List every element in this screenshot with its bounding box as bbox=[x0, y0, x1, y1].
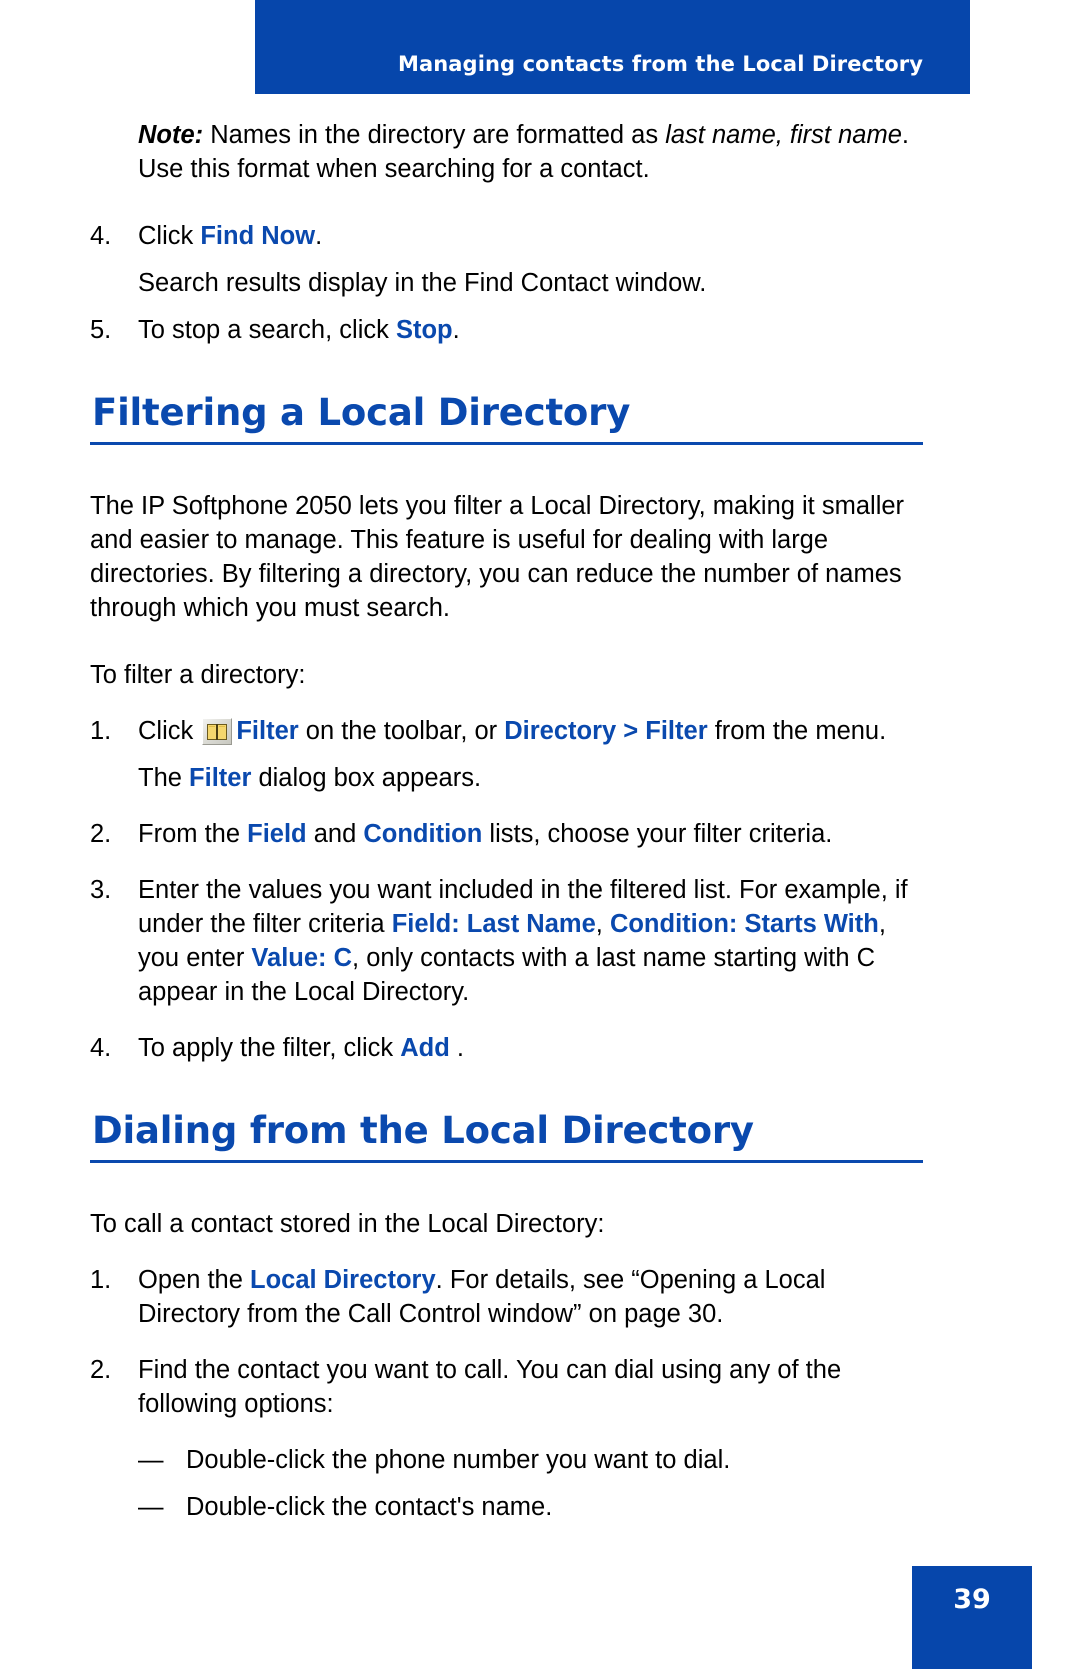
list-item-filter-step-4: 4. To apply the filter, click Add . bbox=[90, 1031, 925, 1065]
ui-label-field[interactable]: Field bbox=[247, 820, 307, 848]
sub-bullet-list: — Double-click the phone number you want… bbox=[90, 1443, 925, 1524]
em-dash-bullet-icon: — bbox=[138, 1446, 164, 1474]
section-heading-filtering: Filtering a Local Directory bbox=[92, 391, 631, 434]
note-paragraph: Note: Names in the directory are formatt… bbox=[138, 118, 925, 186]
book-icon[interactable] bbox=[202, 718, 233, 745]
filtering-intro-paragraph: The IP Softphone 2050 lets you filter a … bbox=[90, 492, 905, 622]
list-marker: 5. bbox=[90, 316, 112, 344]
step-text-sep1: , bbox=[595, 910, 610, 938]
ui-label-stop[interactable]: Stop bbox=[396, 316, 453, 344]
ui-label-condition[interactable]: Condition bbox=[363, 820, 482, 848]
note-text-line2: Use this format when searching for a con… bbox=[138, 155, 650, 183]
list-item-step-5: 5. To stop a search, click Stop. bbox=[90, 313, 925, 347]
list-item-text: Click Filter on the toolbar, or Director… bbox=[138, 714, 925, 748]
list-item-sub-bullet-1: — Double-click the phone number you want… bbox=[138, 1443, 925, 1477]
filter-step-1-result-block: The Filter dialog box appears. bbox=[90, 761, 925, 795]
result-text-pre: The bbox=[138, 764, 190, 792]
list-item-text: Double-click the contact's name. bbox=[186, 1493, 553, 1521]
list-item-step-4: 4. Click Find Now. bbox=[90, 219, 925, 253]
list-item-text: From the Field and Condition lists, choo… bbox=[138, 817, 925, 851]
list-marker: 1. bbox=[90, 717, 112, 745]
filter-step-1-result-text: The Filter dialog box appears. bbox=[138, 761, 925, 795]
step-4-result-block: Search results display in the Find Conta… bbox=[90, 266, 925, 300]
list-item-text: Open the Local Directory. For details, s… bbox=[138, 1263, 925, 1331]
list-item-text: To apply the filter, click Add . bbox=[138, 1031, 925, 1065]
list-item-text: To stop a search, click Stop. bbox=[138, 313, 925, 347]
em-dash-bullet-icon: — bbox=[138, 1493, 164, 1521]
note-text-lead: Names in the directory are formatted as bbox=[203, 121, 666, 149]
step-text-pre: Click bbox=[138, 717, 201, 745]
step-text-post: . bbox=[315, 222, 323, 250]
note-block: Note: Names in the directory are formatt… bbox=[90, 118, 925, 186]
page-number: 39 bbox=[953, 1584, 991, 1615]
list-marker: 4. bbox=[90, 222, 112, 250]
step-text-pre: Click bbox=[138, 222, 201, 250]
section-heading-dialing: Dialing from the Local Directory bbox=[92, 1109, 754, 1152]
list-item-sub-bullet-2: — Double-click the contact's name. bbox=[138, 1490, 925, 1524]
filtering-lead-in: To filter a directory: bbox=[90, 661, 306, 689]
result-text-post: dialog box appears. bbox=[251, 764, 482, 792]
list-item-filter-step-1: 1. Click Filter on the toolbar, or Direc… bbox=[90, 714, 925, 748]
step-text-post: . bbox=[449, 1034, 464, 1062]
note-text-tail: . bbox=[901, 121, 909, 149]
list-item-filter-step-3: 3. Enter the values you want included in… bbox=[90, 873, 925, 1009]
page-number-block: 39 bbox=[912, 1566, 1032, 1669]
list-marker: 1. bbox=[90, 1266, 112, 1294]
step-text-post: . bbox=[452, 316, 460, 344]
page-header-title: Managing contacts from the Local Directo… bbox=[397, 52, 923, 76]
page-header-banner: Managing contacts from the Local Directo… bbox=[255, 0, 970, 94]
step-text-pre: To apply the filter, click bbox=[138, 1034, 401, 1062]
ui-menu-path-directory-filter[interactable]: Directory > Filter bbox=[504, 717, 707, 745]
step-text-mid: on the toolbar, or bbox=[298, 717, 505, 745]
note-label: Note: bbox=[138, 121, 204, 149]
step-text-tail: lists, choose your filter criteria. bbox=[482, 820, 833, 848]
list-marker: 2. bbox=[90, 1356, 112, 1384]
page-content: Note: Names in the directory are formatt… bbox=[90, 118, 925, 1524]
list-item-text: Enter the values you want included in th… bbox=[138, 873, 925, 1009]
ui-label-local-directory[interactable]: Local Directory bbox=[250, 1266, 436, 1294]
ui-criteria-field-last-name: Field: Last Name bbox=[391, 910, 596, 938]
list-item-text: Click Find Now. bbox=[138, 219, 925, 253]
ui-label-filter-toolbar[interactable]: Filter bbox=[236, 717, 298, 745]
step-text-pre: Open the bbox=[138, 1266, 250, 1294]
list-item-filter-step-2: 2. From the Field and Condition lists, c… bbox=[90, 817, 925, 851]
ui-label-add[interactable]: Add bbox=[400, 1034, 450, 1062]
list-item-dial-step-2: 2. Find the contact you want to call. Yo… bbox=[90, 1353, 925, 1421]
ui-label-filter-dialog: Filter bbox=[189, 764, 252, 792]
step-text-tail: from the menu. bbox=[707, 717, 887, 745]
ui-criteria-value-c: Value: C bbox=[251, 944, 353, 972]
list-item-dial-step-1: 1. Open the Local Directory. For details… bbox=[90, 1263, 925, 1331]
step-text-pre: To stop a search, click bbox=[138, 316, 396, 344]
note-italic-phrase: last name, first name bbox=[665, 121, 902, 149]
list-marker: 2. bbox=[90, 820, 112, 848]
list-marker: 3. bbox=[90, 876, 112, 904]
list-item-text: Find the contact you want to call. You c… bbox=[138, 1356, 842, 1418]
list-item-text: Double-click the phone number you want t… bbox=[186, 1446, 731, 1474]
list-marker: 4. bbox=[90, 1034, 112, 1062]
dialing-lead-in: To call a contact stored in the Local Di… bbox=[90, 1210, 605, 1238]
step-text-mid: and bbox=[306, 820, 364, 848]
step-text-pre: From the bbox=[138, 820, 248, 848]
ui-criteria-condition-starts-with: Condition: Starts With bbox=[609, 910, 879, 938]
step-4-result-text: Search results display in the Find Conta… bbox=[138, 269, 707, 297]
ui-label-find-now[interactable]: Find Now bbox=[200, 222, 315, 250]
